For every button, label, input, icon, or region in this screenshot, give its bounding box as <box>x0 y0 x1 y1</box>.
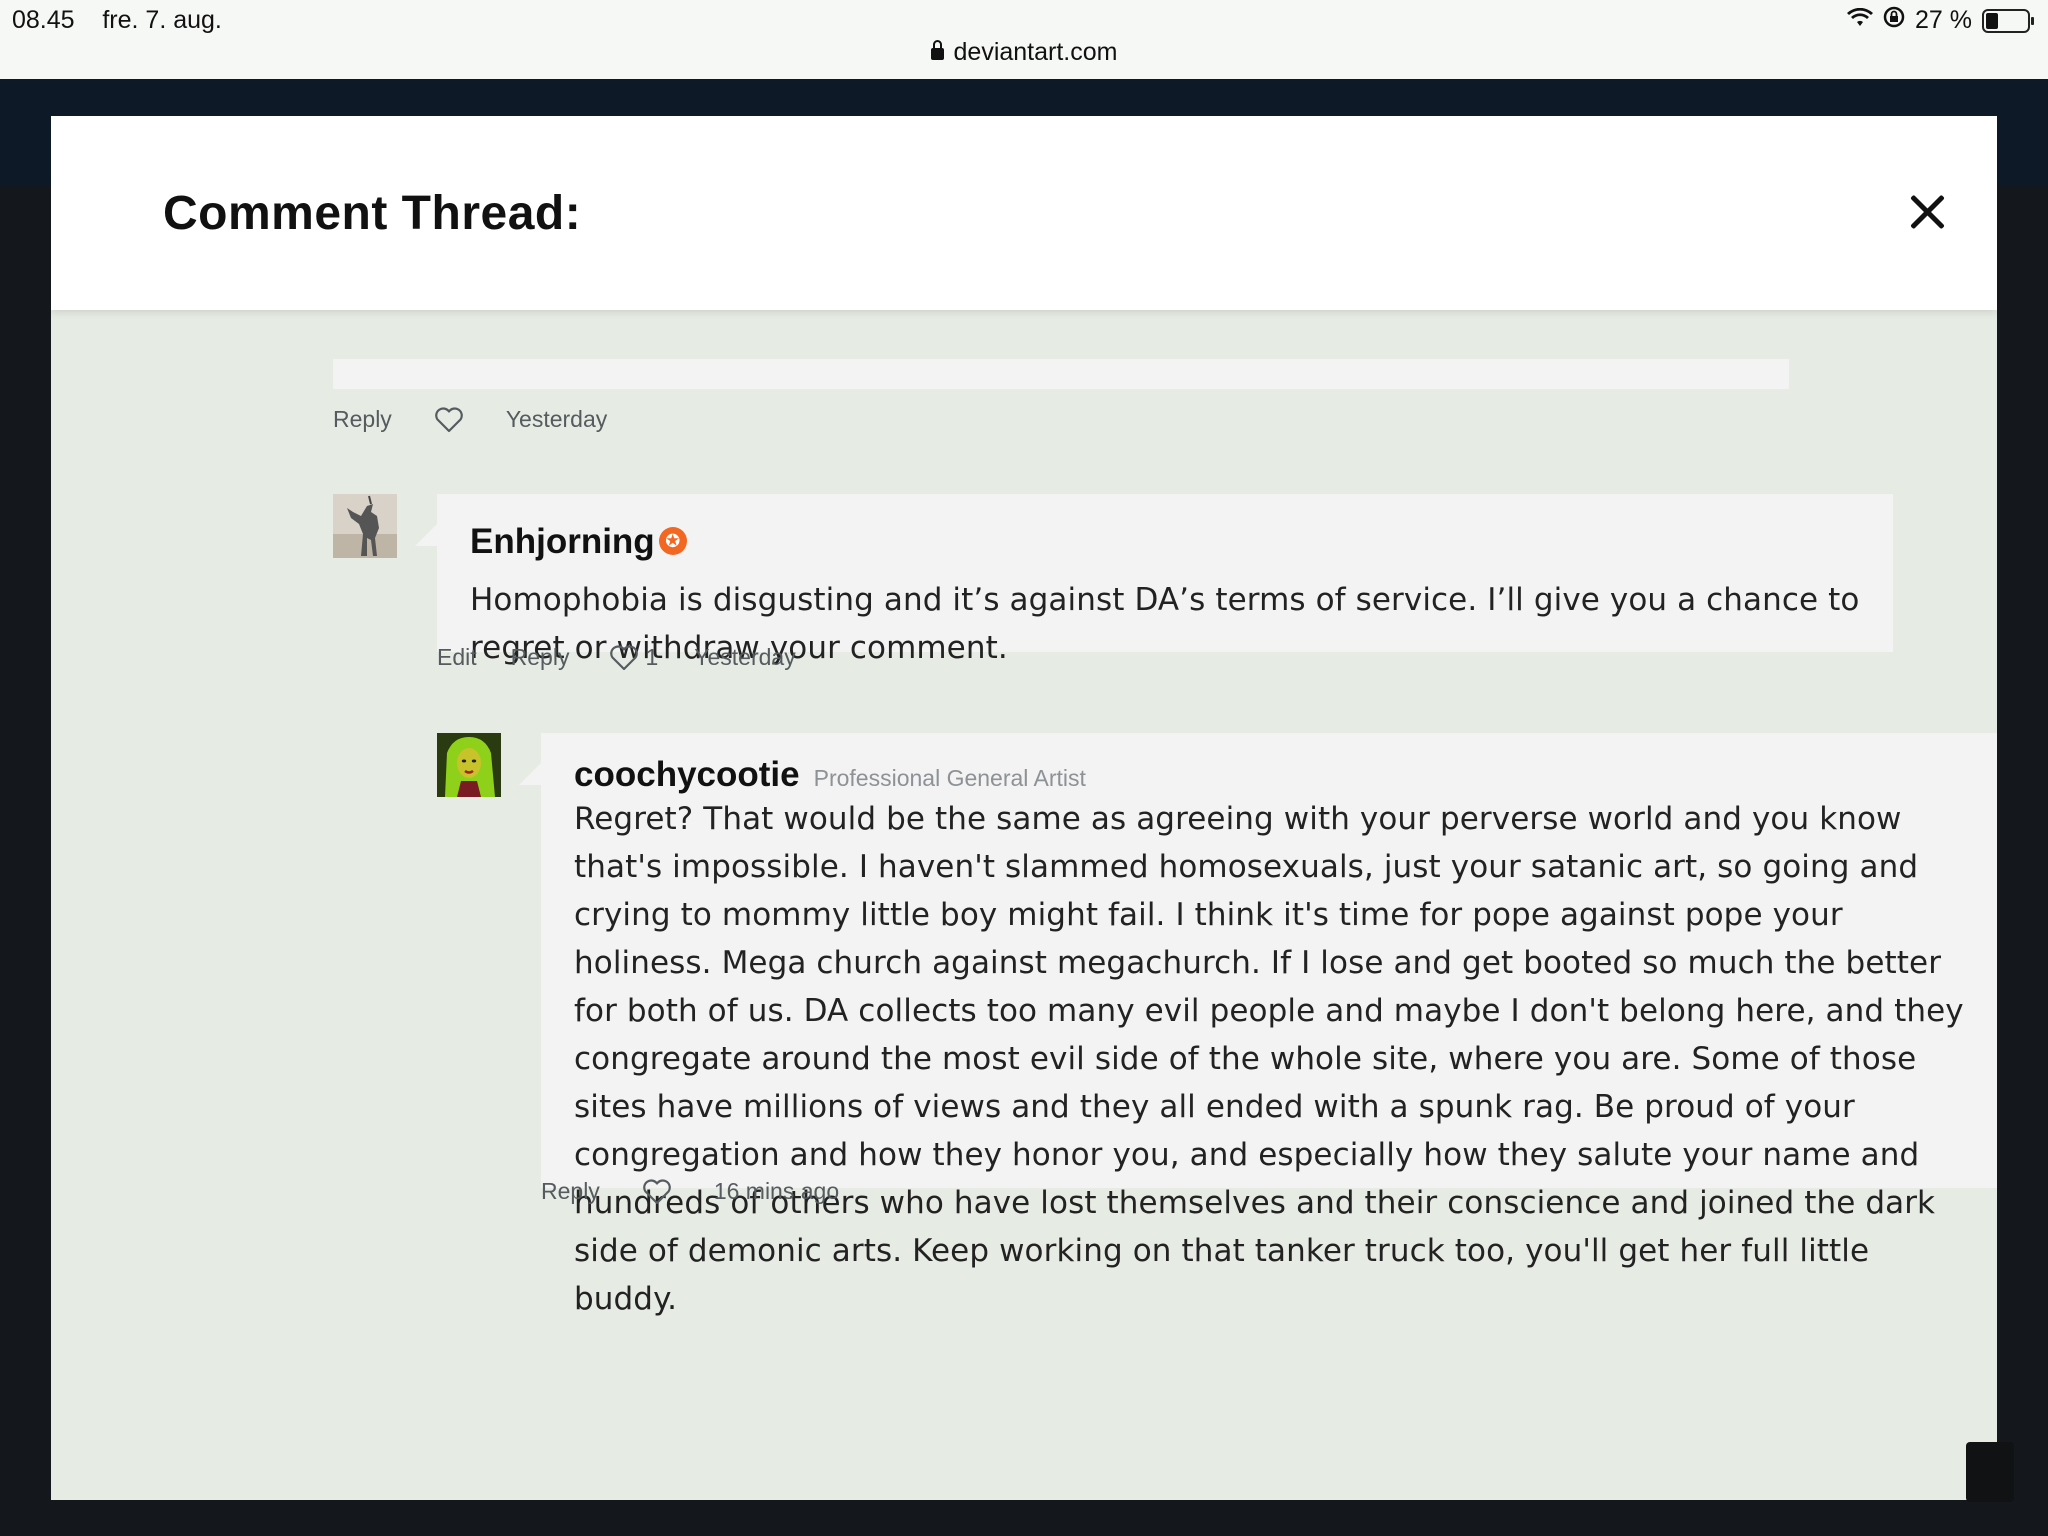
url-text: deviantart.com <box>953 38 1118 66</box>
username-text[interactable]: Enhjorning <box>470 522 655 561</box>
heart-icon[interactable] <box>609 644 639 671</box>
comment-actions: Edit Reply 1 Yesterday <box>437 644 796 671</box>
comment-timestamp: Yesterday <box>694 644 796 670</box>
user-title: Professional General Artist <box>813 765 1086 791</box>
username-text[interactable]: coochycootie <box>574 755 800 794</box>
ios-status-bar: 08.45 fre. 7. aug. 27 % deviantart.com <box>0 0 2048 79</box>
status-time: 08.45 fre. 7. aug. <box>12 6 222 35</box>
reply-button[interactable]: Reply <box>541 1178 600 1205</box>
battery-icon <box>1982 8 2034 33</box>
comment-bubble: coochycootie Professional General Artist … <box>519 733 1997 1317</box>
heart-icon[interactable] <box>434 406 464 433</box>
reply-button[interactable]: Reply <box>511 644 570 671</box>
comment-timestamp: 16 mins ago <box>713 1178 840 1204</box>
comment-author[interactable]: Enhjorning ✪ <box>470 522 687 562</box>
like-count: 1 <box>645 644 659 670</box>
battery-percent: 27 % <box>1915 6 1972 34</box>
heart-icon[interactable] <box>642 1178 672 1205</box>
core-member-badge-icon: ✪ <box>658 526 687 555</box>
close-icon[interactable] <box>1907 192 1947 232</box>
comment-thread-modal: Comment Thread: Reply Yesterday Enhjorni… <box>51 116 1997 1500</box>
modal-header: Comment Thread: <box>51 116 1997 310</box>
reply-button[interactable]: Reply <box>333 406 392 433</box>
parent-comment-actions: Reply Yesterday <box>333 406 607 433</box>
status-indicators: 27 % <box>1847 6 2034 35</box>
comment-author[interactable]: coochycootie Professional General Artist <box>574 755 1086 795</box>
avatar[interactable] <box>333 494 397 558</box>
clock-date: fre. 7. aug. <box>102 6 222 34</box>
lock-icon <box>930 40 944 60</box>
comment-body: Regret? That would be the same as agreei… <box>574 801 1964 1317</box>
comment-actions: Reply 16 mins ago <box>541 1178 839 1205</box>
edit-button[interactable]: Edit <box>437 644 477 671</box>
comment-timestamp: Yesterday <box>505 406 608 432</box>
wifi-icon <box>1847 6 1874 35</box>
parent-comment-bubble <box>333 359 1789 389</box>
comment-bubble: Enhjorning ✪ Homophobia is disgusting and… <box>415 494 1893 666</box>
scroll-to-top-button[interactable] <box>1966 1442 2014 1502</box>
clock-time: 08.45 <box>12 6 75 34</box>
modal-title: Comment Thread: <box>163 187 582 240</box>
avatar[interactable] <box>437 733 501 797</box>
address-bar[interactable]: deviantart.com <box>0 38 2048 67</box>
rotation-lock-icon <box>1883 6 1905 35</box>
